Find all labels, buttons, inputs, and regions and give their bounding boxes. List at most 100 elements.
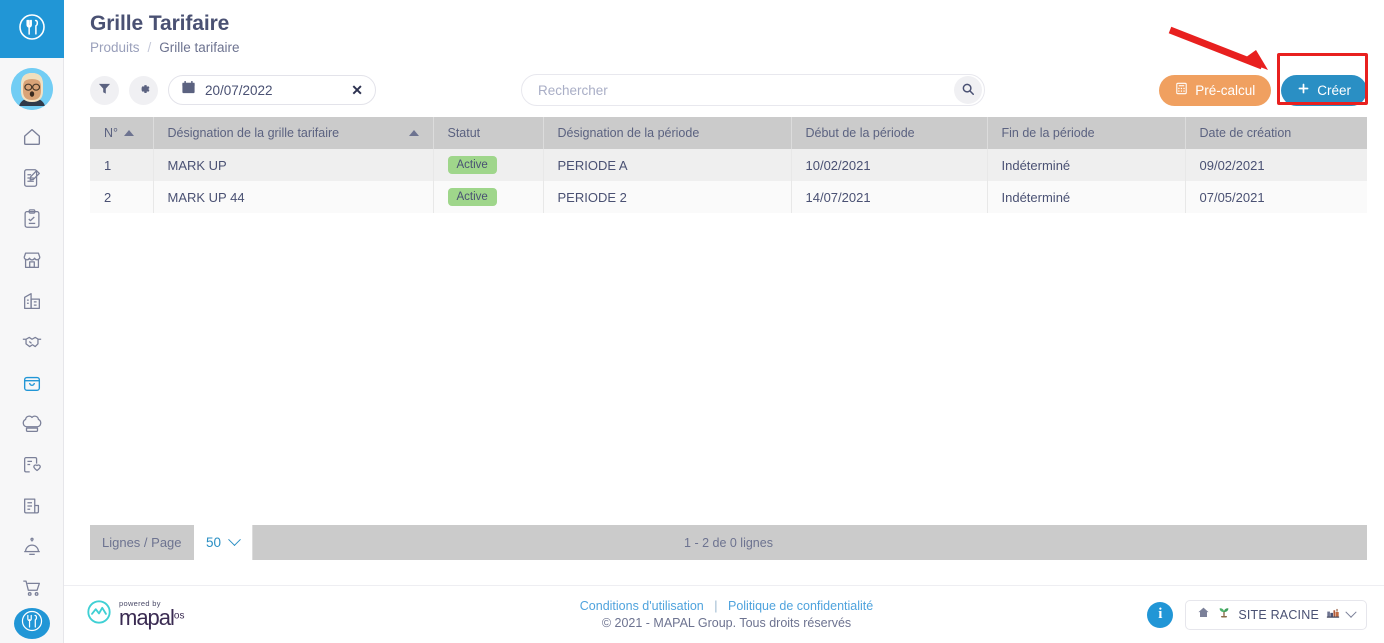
page-footer: powered by mapalos Conditions d'utilisat…: [64, 585, 1384, 643]
cell-num: 1: [90, 149, 153, 181]
price-grid-table: N° Désignation de la grille tarifaire St…: [90, 117, 1367, 213]
site-selector[interactable]: SITE RACINE: [1185, 600, 1367, 630]
table-header-row: N° Désignation de la grille tarifaire St…: [90, 117, 1367, 149]
cell-debut: 14/07/2021: [791, 181, 987, 213]
column-header-designation[interactable]: Désignation de la grille tarifaire: [153, 117, 433, 149]
column-header-num[interactable]: N°: [90, 117, 153, 149]
terms-link[interactable]: Conditions d'utilisation: [580, 599, 704, 613]
calendar-icon: [181, 80, 196, 100]
clipboard-check-icon: [21, 208, 43, 230]
breadcrumb-parent[interactable]: Produits: [90, 40, 140, 55]
application-window: Grille Tarifaire Produits / Grille tarif…: [0, 0, 1384, 643]
filter-button[interactable]: [90, 76, 119, 105]
table-empty-space: [90, 213, 1367, 525]
sidebar-item-documents[interactable]: [0, 157, 64, 198]
search-icon: [961, 82, 975, 99]
column-header-debut[interactable]: Début de la période: [791, 117, 987, 149]
sidebar-item-building[interactable]: [0, 280, 64, 321]
handshake-icon: [21, 331, 43, 353]
cell-periode: PERIODE 2: [543, 181, 791, 213]
cloche-icon: [21, 536, 43, 558]
column-header-creation-label: Date de création: [1200, 126, 1292, 140]
column-header-fin-label: Fin de la période: [1002, 126, 1095, 140]
table-body: 1 MARK UP Active PERIODE A 10/02/2021 In…: [90, 149, 1367, 213]
user-avatar-image: [11, 68, 53, 110]
pagination-count: 1 - 2 de 0 lignes: [90, 536, 1367, 550]
home-icon: [21, 126, 43, 148]
cell-num: 2: [90, 181, 153, 213]
breadcrumb-separator: /: [148, 40, 152, 55]
rows-per-page-label: Lignes / Page: [90, 525, 194, 560]
cell-creation: 07/05/2021: [1185, 181, 1367, 213]
table-container: N° Désignation de la grille tarifaire St…: [64, 117, 1384, 560]
column-header-creation[interactable]: Date de création: [1185, 117, 1367, 149]
sidebar-item-checklists[interactable]: [0, 198, 64, 239]
building-icon: [21, 290, 43, 312]
menu-heart-icon: [21, 454, 43, 476]
home-icon: [1197, 606, 1210, 624]
sidebar-item-suppliers[interactable]: [0, 321, 64, 362]
left-sidebar: [0, 0, 64, 643]
rows-per-page-select[interactable]: 50: [194, 525, 253, 560]
column-header-statut-label: Statut: [448, 126, 481, 140]
sidebar-nav: [0, 116, 64, 608]
rows-per-page-value: 50: [206, 535, 221, 550]
factory-icon: [1326, 605, 1340, 624]
sort-ascending-icon: [409, 130, 419, 136]
cutlery-circle-logo-icon: [17, 12, 47, 47]
search-box: [521, 74, 985, 106]
cell-designation: MARK UP 44: [153, 181, 433, 213]
chevron-down-icon: [1345, 606, 1356, 617]
cell-fin: Indéterminé: [987, 149, 1185, 181]
avatar[interactable]: [11, 68, 53, 110]
page-title: Grille Tarifaire: [90, 10, 1384, 38]
column-header-statut[interactable]: Statut: [433, 117, 543, 149]
sidebar-item-recipes[interactable]: [0, 403, 64, 444]
shopping-cart-icon: [21, 577, 43, 599]
shopping-bag-icon: [21, 372, 43, 394]
column-header-fin[interactable]: Fin de la période: [987, 117, 1185, 149]
cell-designation: MARK UP: [153, 149, 433, 181]
status-badge: Active: [448, 188, 497, 206]
page-header: Grille Tarifaire Produits / Grille tarif…: [64, 0, 1384, 55]
sort-ascending-icon: [124, 130, 134, 136]
cutlery-circle-logo-icon: [19, 608, 45, 639]
date-filter-value: 20/07/2022: [205, 83, 340, 98]
sidebar-item-service[interactable]: [0, 526, 64, 567]
sidebar-item-home[interactable]: [0, 116, 64, 157]
column-header-debut-label: Début de la période: [806, 126, 915, 140]
cell-statut: Active: [433, 149, 543, 181]
table-row[interactable]: 1 MARK UP Active PERIODE A 10/02/2021 In…: [90, 149, 1367, 181]
info-icon[interactable]: i: [1147, 602, 1173, 628]
seedling-icon: [1217, 605, 1231, 624]
filter-icon: [98, 82, 111, 98]
sidebar-item-store[interactable]: [0, 239, 64, 280]
cell-debut: 10/02/2021: [791, 149, 987, 181]
invoice-icon: [21, 495, 43, 517]
sidebar-item-products[interactable]: [0, 362, 64, 403]
column-header-periode[interactable]: Désignation de la période: [543, 117, 791, 149]
cell-creation: 09/02/2021: [1185, 149, 1367, 181]
sidebar-item-orders[interactable]: [0, 567, 64, 608]
cell-statut: Active: [433, 181, 543, 213]
settings-button[interactable]: [129, 76, 158, 105]
date-filter[interactable]: 20/07/2022 ✕: [168, 75, 376, 105]
create-button[interactable]: Créer: [1281, 75, 1367, 106]
date-clear-button[interactable]: ✕: [349, 83, 365, 97]
cell-periode: PERIODE A: [543, 149, 791, 181]
precalc-button[interactable]: Pré-calcul: [1159, 75, 1271, 106]
app-logo-bottom[interactable]: [14, 608, 50, 639]
sidebar-item-invoices[interactable]: [0, 485, 64, 526]
gear-icon: [137, 82, 151, 99]
privacy-link[interactable]: Politique de confidentialité: [728, 599, 873, 613]
breadcrumb: Produits / Grille tarifaire: [90, 40, 1384, 55]
chef-hat-icon: [21, 413, 43, 435]
sidebar-item-favorites[interactable]: [0, 444, 64, 485]
site-name: SITE RACINE: [1238, 608, 1319, 622]
app-logo-top[interactable]: [0, 0, 64, 58]
search-input[interactable]: [538, 83, 954, 98]
create-button-label: Créer: [1317, 83, 1351, 98]
toolbar-actions: Pré-calcul Créer: [1159, 75, 1367, 106]
table-row[interactable]: 2 MARK UP 44 Active PERIODE 2 14/07/2021…: [90, 181, 1367, 213]
search-button[interactable]: [954, 76, 982, 104]
